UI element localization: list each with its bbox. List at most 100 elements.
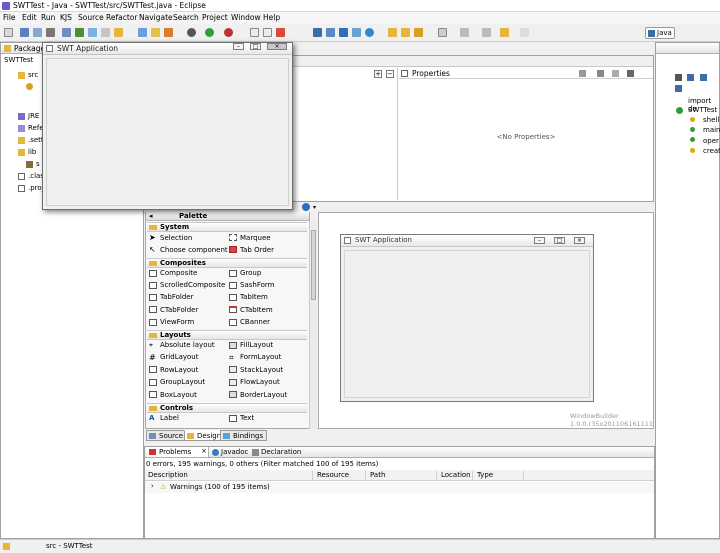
outline-class[interactable]: SWTTest xyxy=(688,106,717,114)
save-all-icon[interactable] xyxy=(33,28,42,37)
palette-item-marquee[interactable]: Marquee xyxy=(240,234,271,242)
menu-help[interactable]: Help xyxy=(263,13,280,22)
menu-window[interactable]: Window xyxy=(231,13,261,22)
pencil-icon[interactable] xyxy=(414,28,423,37)
hide-fields-icon[interactable] xyxy=(675,74,682,81)
swt-window-titlebar[interactable]: SWT Application – □ × xyxy=(43,43,292,55)
palette-category-controls[interactable]: Controls xyxy=(147,403,307,413)
help-icon[interactable] xyxy=(365,28,374,37)
tab-javadoc[interactable]: Javadoc xyxy=(221,448,248,456)
new-package-icon[interactable] xyxy=(88,28,97,37)
swt-application-window[interactable]: SWT Application – □ × xyxy=(42,42,293,210)
palette-item-stacklayout[interactable]: StackLayout xyxy=(240,366,283,374)
new-class-icon[interactable] xyxy=(101,28,110,37)
debug-icon[interactable] xyxy=(187,28,196,37)
tab-bindings[interactable]: Bindings xyxy=(220,430,268,441)
back-icon[interactable] xyxy=(500,28,509,37)
maximize-icon[interactable]: □ xyxy=(554,237,565,244)
palette-collapse-icon[interactable]: ◂ xyxy=(149,212,153,220)
outline-method-open[interactable]: oper xyxy=(703,137,719,145)
link-with-editor-icon[interactable] xyxy=(675,85,682,92)
outline-method-main[interactable]: main xyxy=(703,126,720,134)
palette-item-boxlayout[interactable]: BoxLayout xyxy=(160,391,197,399)
design-window[interactable]: SWT Application – □ × xyxy=(340,234,594,402)
palette-item-selection[interactable]: Selection xyxy=(160,234,192,242)
prev-annotation-icon[interactable] xyxy=(482,28,491,37)
menu-navigate[interactable]: Navigate xyxy=(139,13,173,22)
project-name[interactable]: SWTTest xyxy=(4,56,33,64)
column-type[interactable]: Type xyxy=(474,471,524,481)
column-location[interactable]: Location xyxy=(438,471,473,481)
tab-source[interactable]: Source xyxy=(146,430,188,441)
palette-scroll-thumb[interactable] xyxy=(311,230,316,300)
palette-item-label[interactable]: Label xyxy=(160,414,179,422)
wb-swt-icon[interactable] xyxy=(151,28,160,37)
menu-search[interactable]: Search xyxy=(173,13,199,22)
save-icon[interactable] xyxy=(20,28,29,37)
tree-item-lib[interactable]: lib xyxy=(28,148,36,156)
tree-item-src[interactable]: src xyxy=(28,71,38,79)
palette-category-layouts[interactable]: Layouts xyxy=(147,330,307,340)
problems-row[interactable]: › ⚠ Warnings (100 of 195 items) xyxy=(145,482,654,493)
close-tab-icon[interactable]: × xyxy=(201,447,207,455)
column-path[interactable]: Path xyxy=(367,471,437,481)
maximize-icon[interactable]: □ xyxy=(250,43,261,50)
stop-icon[interactable] xyxy=(276,28,285,37)
palette-item-gridlayout[interactable]: GridLayout xyxy=(160,353,199,361)
palette-item-scrolled-composite[interactable]: ScrolledComposite xyxy=(160,281,225,289)
wb-gwt-icon[interactable] xyxy=(164,28,173,37)
next-annotation-icon[interactable] xyxy=(460,28,469,37)
menu-kjs[interactable]: KJS xyxy=(60,13,72,22)
new-java-project-icon[interactable] xyxy=(75,28,84,37)
palette-category-system[interactable]: System xyxy=(147,222,307,232)
palette-item-cbanner[interactable]: CBanner xyxy=(240,318,270,326)
menu-run[interactable]: Run xyxy=(41,13,55,22)
palette-item-rowlayout[interactable]: RowLayout xyxy=(160,366,198,374)
palette-item-formlayout[interactable]: FormLayout xyxy=(240,353,281,361)
menu-refactor[interactable]: Refactor xyxy=(106,13,137,22)
open-type-icon[interactable] xyxy=(62,28,71,37)
minimize-icon[interactable]: – xyxy=(233,43,244,50)
swt-window-client[interactable] xyxy=(46,58,289,206)
palette-item-grouplayout[interactable]: GroupLayout xyxy=(160,378,205,386)
open-folder-icon[interactable] xyxy=(388,28,397,37)
new-folder-icon[interactable] xyxy=(114,28,123,37)
menu-project[interactable]: Project xyxy=(202,13,228,22)
palette-scrollbar[interactable] xyxy=(309,222,317,429)
show-advanced-icon[interactable] xyxy=(612,70,619,77)
external-tools-icon[interactable] xyxy=(224,28,233,37)
collapse-all-icon[interactable]: − xyxy=(386,70,394,78)
palette-item-tab-order[interactable]: Tab Order xyxy=(240,246,274,254)
palette-item-text[interactable]: Text xyxy=(240,414,254,422)
design-window-client[interactable] xyxy=(344,250,590,398)
column-description[interactable]: Description xyxy=(145,471,313,481)
outline-method-create[interactable]: creat xyxy=(703,147,720,155)
tab-design[interactable]: Design xyxy=(184,430,226,441)
palette-item-flowlayout[interactable]: FlowLayout xyxy=(240,378,280,386)
tool-icon-4[interactable] xyxy=(352,28,361,37)
dropdown-arrow-icon[interactable]: ▾ xyxy=(313,204,316,211)
tab-declaration[interactable]: Declaration xyxy=(261,448,301,456)
close-icon[interactable]: × xyxy=(267,43,287,50)
annotation-icon[interactable] xyxy=(438,28,447,37)
menu-source[interactable]: Source xyxy=(78,13,104,22)
palette-category-composites[interactable]: Composites xyxy=(147,258,307,268)
tab-problems[interactable]: Problems × xyxy=(147,447,209,457)
window-icon-1[interactable] xyxy=(250,28,259,37)
palette-item-sashform[interactable]: SashForm xyxy=(240,281,274,289)
palette-item-choose-component[interactable]: Choose component xyxy=(160,246,228,254)
globe-icon[interactable] xyxy=(302,203,310,211)
outline-field-shell[interactable]: shell xyxy=(703,116,719,124)
print-icon[interactable] xyxy=(46,28,55,37)
run-icon[interactable] xyxy=(205,28,214,37)
menu-file[interactable]: File xyxy=(3,13,16,22)
minimize-icon[interactable]: – xyxy=(534,237,545,244)
window-icon-2[interactable] xyxy=(263,28,272,37)
forward-icon[interactable] xyxy=(520,28,529,37)
expand-all-icon[interactable]: + xyxy=(374,70,382,78)
wb-swing-icon[interactable] xyxy=(138,28,147,37)
palette-item-ctabfolder[interactable]: CTabFolder xyxy=(160,306,198,314)
hide-nonpublic-icon[interactable] xyxy=(700,74,707,81)
palette-item-absolute-layout[interactable]: Absolute layout xyxy=(160,341,215,349)
tool-icon-2[interactable] xyxy=(326,28,335,37)
